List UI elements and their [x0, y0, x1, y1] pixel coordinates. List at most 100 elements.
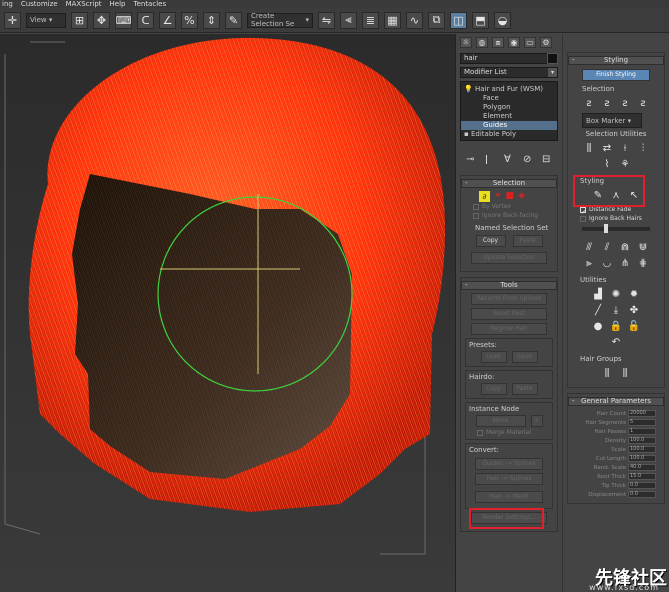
rotate-selection-icon[interactable]: ⇄: [601, 142, 614, 155]
translate-icon[interactable]: ⫻: [583, 241, 596, 254]
perspective-viewport[interactable]: [0, 34, 455, 592]
material-editor-icon[interactable]: ◫: [450, 11, 467, 29]
hair-to-mesh-button[interactable]: Hair -> Mesh: [475, 491, 543, 503]
tip-thick-spinner[interactable]: 0.0: [628, 482, 656, 489]
menu-item-rendering[interactable]: ing: [2, 0, 13, 8]
percent-snap-icon[interactable]: %: [181, 11, 198, 29]
graphite-tools-icon[interactable]: ▦: [384, 11, 401, 29]
ignore-backfacing-checkbox[interactable]: Ignore Back-facing: [473, 211, 553, 220]
pop-icon[interactable]: ✺: [610, 288, 623, 301]
attenuate-icon[interactable]: ▟: [592, 288, 605, 301]
move-icon[interactable]: ✛: [4, 11, 21, 29]
render-icon[interactable]: ◒: [494, 11, 511, 29]
split-group-icon[interactable]: ⫼: [601, 367, 614, 380]
scale-icon[interactable]: ◡: [601, 257, 614, 270]
schematic-view-icon[interactable]: ⧉: [428, 11, 445, 29]
remove-modifier-icon[interactable]: ⊘: [523, 154, 533, 166]
selection-rollout-title[interactable]: - Selection: [461, 179, 557, 188]
snap-3d-icon[interactable]: ᑕ: [137, 11, 154, 29]
presets-save-button[interactable]: Save: [511, 351, 538, 363]
guide-ends-icon[interactable]: ◈: [518, 191, 525, 202]
menu-item-customize[interactable]: Customize: [21, 0, 58, 8]
stack-item-editable-poly[interactable]: ▪ Editable Poly: [461, 130, 557, 139]
merge-group-icon[interactable]: ⫼: [619, 367, 632, 380]
hair-count-spinner[interactable]: 20000: [628, 410, 656, 417]
display-tab-icon[interactable]: ▭: [524, 37, 536, 48]
mirror-icon[interactable]: ⇋: [318, 11, 335, 29]
stack-item-guides[interactable]: Guides: [461, 121, 557, 130]
displacement-spinner[interactable]: 0.0: [628, 491, 656, 498]
brush-size-slider[interactable]: [582, 224, 650, 233]
spinner-snap-icon[interactable]: ⇕: [203, 11, 220, 29]
instance-none-button[interactable]: None: [475, 415, 526, 427]
layer-manager-icon[interactable]: ≣: [362, 11, 379, 29]
menu-item-maxscript[interactable]: MAXScript: [66, 0, 102, 8]
hair-passes-spinner[interactable]: 1: [628, 428, 656, 435]
hairdo-copy-button[interactable]: Copy: [480, 383, 507, 395]
pop-zero-icon[interactable]: ✹: [628, 288, 641, 301]
stack-item-polygon[interactable]: Polygon: [461, 103, 557, 112]
expand-selection-icon[interactable]: ⟊: [619, 142, 632, 155]
curve-editor-icon[interactable]: ∿: [406, 11, 423, 29]
keyboard-shortcut-icon[interactable]: ⌨: [115, 11, 132, 29]
select-manipulate-icon[interactable]: ✥: [93, 11, 110, 29]
guide-vertex-icon[interactable]: ✶: [494, 191, 502, 202]
update-selection-button[interactable]: Update Selection: [471, 252, 547, 264]
angle-snap-icon[interactable]: ∠: [159, 11, 176, 29]
hierarchy-tab-icon[interactable]: ⧈: [492, 37, 504, 48]
pivot-icon[interactable]: ⊞: [71, 11, 88, 29]
presets-load-button[interactable]: Load: [480, 351, 507, 363]
hairdo-paste-button[interactable]: Paste: [511, 383, 538, 395]
clump-icon[interactable]: ⋓: [637, 241, 650, 254]
stack-item-face[interactable]: Face: [461, 94, 557, 103]
utilities-tab-icon[interactable]: ⚙: [540, 37, 552, 48]
menu-item-help[interactable]: Help: [110, 0, 126, 8]
named-selection-sets-dropdown[interactable]: Create Selection Se ▾: [247, 12, 313, 28]
tools-rollout-title[interactable]: - Tools: [461, 281, 557, 290]
scale-spinner[interactable]: 100.0: [628, 446, 656, 453]
copy-button[interactable]: Copy: [475, 235, 506, 247]
regrow-hair-button[interactable]: Regrow Hair: [471, 323, 547, 335]
show-end-result-icon[interactable]: ǀ: [485, 154, 495, 166]
hair-to-splines-button[interactable]: Hair -> Splines: [475, 473, 543, 485]
instance-pick-icon[interactable]: x: [530, 415, 543, 427]
menu-item-tentacles[interactable]: Tentacles: [133, 0, 166, 8]
select-by-ends-icon[interactable]: ƨ: [583, 97, 596, 110]
merge-material-checkbox[interactable]: Merge Material: [477, 428, 549, 437]
cut-length-spinner[interactable]: 100.0: [628, 455, 656, 462]
stand-icon[interactable]: ⫽: [601, 241, 614, 254]
pin-stack-icon[interactable]: ⊸: [466, 154, 476, 166]
ignore-back-hairs-checkbox[interactable]: Ignore Back Hairs: [580, 214, 660, 223]
object-color-swatch[interactable]: [547, 53, 558, 64]
stack-item-element[interactable]: Element: [461, 112, 557, 121]
edit-named-sets-icon[interactable]: ✎: [225, 11, 242, 29]
puff-roots-icon[interactable]: ⋒: [619, 241, 632, 254]
toggle-collisions-icon[interactable]: ✤: [628, 304, 641, 317]
general-parameters-title[interactable]: - General Parameters: [568, 397, 664, 406]
object-name-field[interactable]: hair: [460, 53, 558, 64]
align-icon[interactable]: ⫷: [340, 11, 357, 29]
modify-tab-icon[interactable]: ◍: [476, 37, 488, 48]
make-unique-icon[interactable]: ∀: [504, 154, 514, 166]
undo-icon[interactable]: ↶: [610, 336, 623, 349]
select-vertices-icon[interactable]: ƨ: [619, 97, 632, 110]
show-hidden-icon[interactable]: ⌇: [601, 158, 614, 171]
guides-to-splines-button[interactable]: Guides -> Splines: [475, 458, 543, 470]
select-tool-dropdown[interactable]: Box Marker ▾: [582, 113, 642, 128]
by-vertex-checkbox[interactable]: By Vertex: [473, 202, 553, 211]
paste-button[interactable]: Paste: [512, 235, 543, 247]
styling-rollout-title[interactable]: - Styling: [568, 56, 664, 65]
reset-rest-button[interactable]: Reset Rest: [471, 308, 547, 320]
configure-sets-icon[interactable]: ⊟: [542, 154, 552, 166]
create-tab-icon[interactable]: ☼: [460, 37, 472, 48]
select-whole-guide-icon[interactable]: ƨ: [601, 97, 614, 110]
toggle-hair-icon[interactable]: ●: [592, 320, 605, 333]
frizz-icon[interactable]: ⋕: [637, 257, 650, 270]
motion-tab-icon[interactable]: ◉: [508, 37, 520, 48]
stack-item-hair-fur[interactable]: 💡 Hair and Fur (WSM): [461, 85, 557, 94]
recomb-from-splines-button[interactable]: Recomb From Splines: [471, 293, 547, 305]
grow-selection-icon[interactable]: ⚘: [619, 158, 632, 171]
recomb-icon[interactable]: ╱: [592, 304, 605, 317]
rand-scale-spinner[interactable]: 40.0: [628, 464, 656, 471]
reference-coord-dropdown[interactable]: View ▾: [26, 12, 66, 28]
